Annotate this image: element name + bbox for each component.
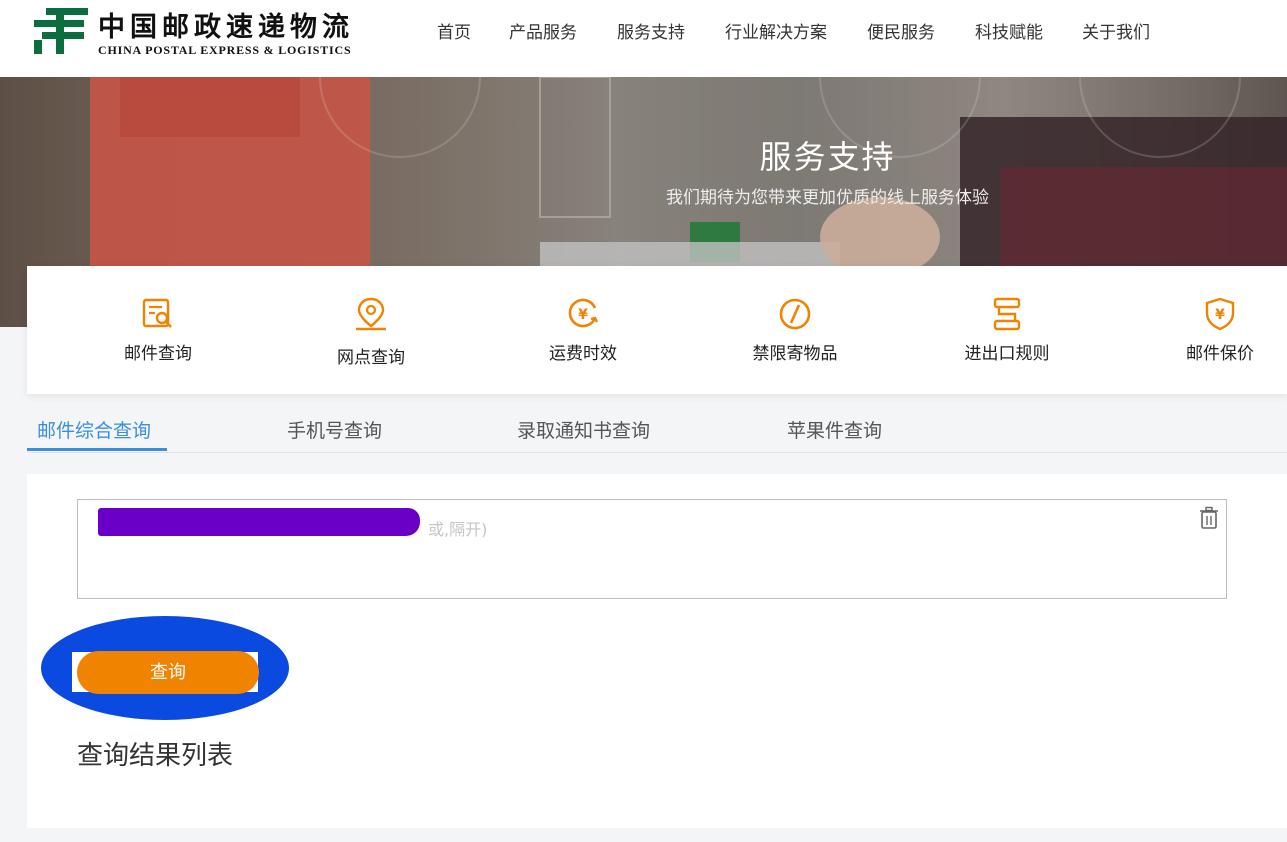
result-list-title: 查询结果列表 <box>77 741 234 771</box>
trash-icon[interactable] <box>1198 506 1220 530</box>
tab-apple-query[interactable]: 苹果件查询 <box>787 416 882 443</box>
service-shortcuts: 邮件查询 网点查询 ¥ 运费时效 禁限寄物品 进出口规则 ¥ 邮件保价 <box>27 266 1287 394</box>
nav-about[interactable]: 关于我们 <box>1082 18 1150 44</box>
service-label: 运费时效 <box>549 344 617 364</box>
svg-text:¥: ¥ <box>1215 307 1225 323</box>
rules-icon <box>993 297 1021 331</box>
location-icon <box>356 297 386 331</box>
input-placeholder: 或,隔开) <box>428 520 488 539</box>
tab-comprehensive-query[interactable]: 邮件综合查询 <box>37 416 151 443</box>
service-import-export-rules[interactable]: 进出口规则 <box>927 266 1087 394</box>
shield-yuan-icon: ¥ <box>1205 297 1235 331</box>
tracking-number-input[interactable]: 或,隔开) <box>77 499 1227 599</box>
nav-solutions[interactable]: 行业解决方案 <box>725 18 827 44</box>
service-shipping-time[interactable]: ¥ 运费时效 <box>503 266 663 394</box>
banner-title: 服务支持 <box>759 138 896 176</box>
nav-technology[interactable]: 科技赋能 <box>975 18 1043 44</box>
query-button[interactable]: 查询 <box>77 651 259 694</box>
query-tabs: 邮件综合查询 手机号查询 录取通知书查询 苹果件查询 <box>27 404 1287 453</box>
service-label: 邮件保价 <box>1186 344 1254 364</box>
yuan-clock-icon: ¥ <box>568 298 599 328</box>
prohibited-icon <box>779 298 811 330</box>
tab-admission-letter-query[interactable]: 录取通知书查询 <box>517 416 650 443</box>
service-prohibited-items[interactable]: 禁限寄物品 <box>715 266 875 394</box>
mail-search-icon <box>142 298 172 328</box>
nav-support[interactable]: 服务支持 <box>617 18 685 44</box>
service-label: 邮件查询 <box>124 344 192 364</box>
china-post-logo-icon[interactable] <box>32 4 92 58</box>
nav-products[interactable]: 产品服务 <box>509 18 577 44</box>
service-mail-insurance[interactable]: ¥ 邮件保价 <box>1140 266 1287 394</box>
service-mail-query[interactable]: 邮件查询 <box>78 266 238 394</box>
banner-subtitle: 我们期待为您带来更加优质的线上服务体验 <box>666 188 989 208</box>
site-header: 中国邮政速递物流 CHINA POSTAL EXPRESS & LOGISTIC… <box>0 0 1287 77</box>
service-label: 进出口规则 <box>964 344 1050 364</box>
service-label: 禁限寄物品 <box>752 344 838 364</box>
tab-phone-query[interactable]: 手机号查询 <box>287 416 382 443</box>
nav-home[interactable]: 首页 <box>437 18 471 44</box>
redaction-mark <box>98 508 420 536</box>
svg-text:¥: ¥ <box>578 307 588 323</box>
active-tab-indicator <box>27 448 167 451</box>
logo-text-cn: 中国邮政速递物流 <box>98 12 354 43</box>
nav-convenience[interactable]: 便民服务 <box>867 18 935 44</box>
service-branch-query[interactable]: 网点查询 <box>291 266 451 394</box>
logo-text-en: CHINA POSTAL EXPRESS & LOGISTICS <box>98 43 352 57</box>
service-label: 网点查询 <box>337 348 405 368</box>
